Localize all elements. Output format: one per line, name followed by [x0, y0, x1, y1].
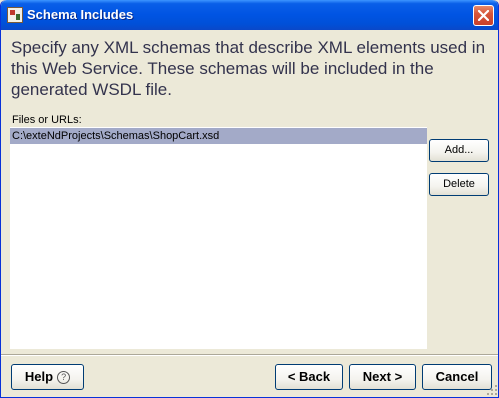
close-button[interactable] — [473, 5, 494, 26]
add-button[interactable]: Add... — [429, 139, 489, 162]
files-list[interactable]: C:\exteNdProjects\Schemas\ShopCart.xsd — [10, 127, 427, 349]
title-bar[interactable]: Schema Includes — [1, 0, 498, 30]
close-icon — [478, 10, 489, 21]
back-button[interactable]: < Back — [275, 364, 343, 390]
files-label: Files or URLs: — [12, 114, 82, 126]
help-button[interactable]: Help? — [11, 364, 84, 390]
resize-grip-icon[interactable] — [486, 384, 498, 396]
list-item[interactable]: C:\exteNdProjects\Schemas\ShopCart.xsd — [10, 128, 427, 144]
help-label: Help — [24, 369, 54, 384]
schema-app-icon — [7, 7, 23, 23]
delete-button[interactable]: Delete — [429, 173, 489, 196]
window-title: Schema Includes — [27, 7, 134, 22]
next-button[interactable]: Next > — [349, 364, 416, 390]
footer-separator — [1, 354, 498, 356]
dialog-window: Schema Includes Specify any XML schemas … — [0, 0, 499, 398]
help-circle-icon: ? — [57, 371, 71, 384]
cancel-button[interactable]: Cancel — [422, 364, 492, 390]
instruction-text: Specify any XML schemas that describe XM… — [11, 38, 486, 99]
